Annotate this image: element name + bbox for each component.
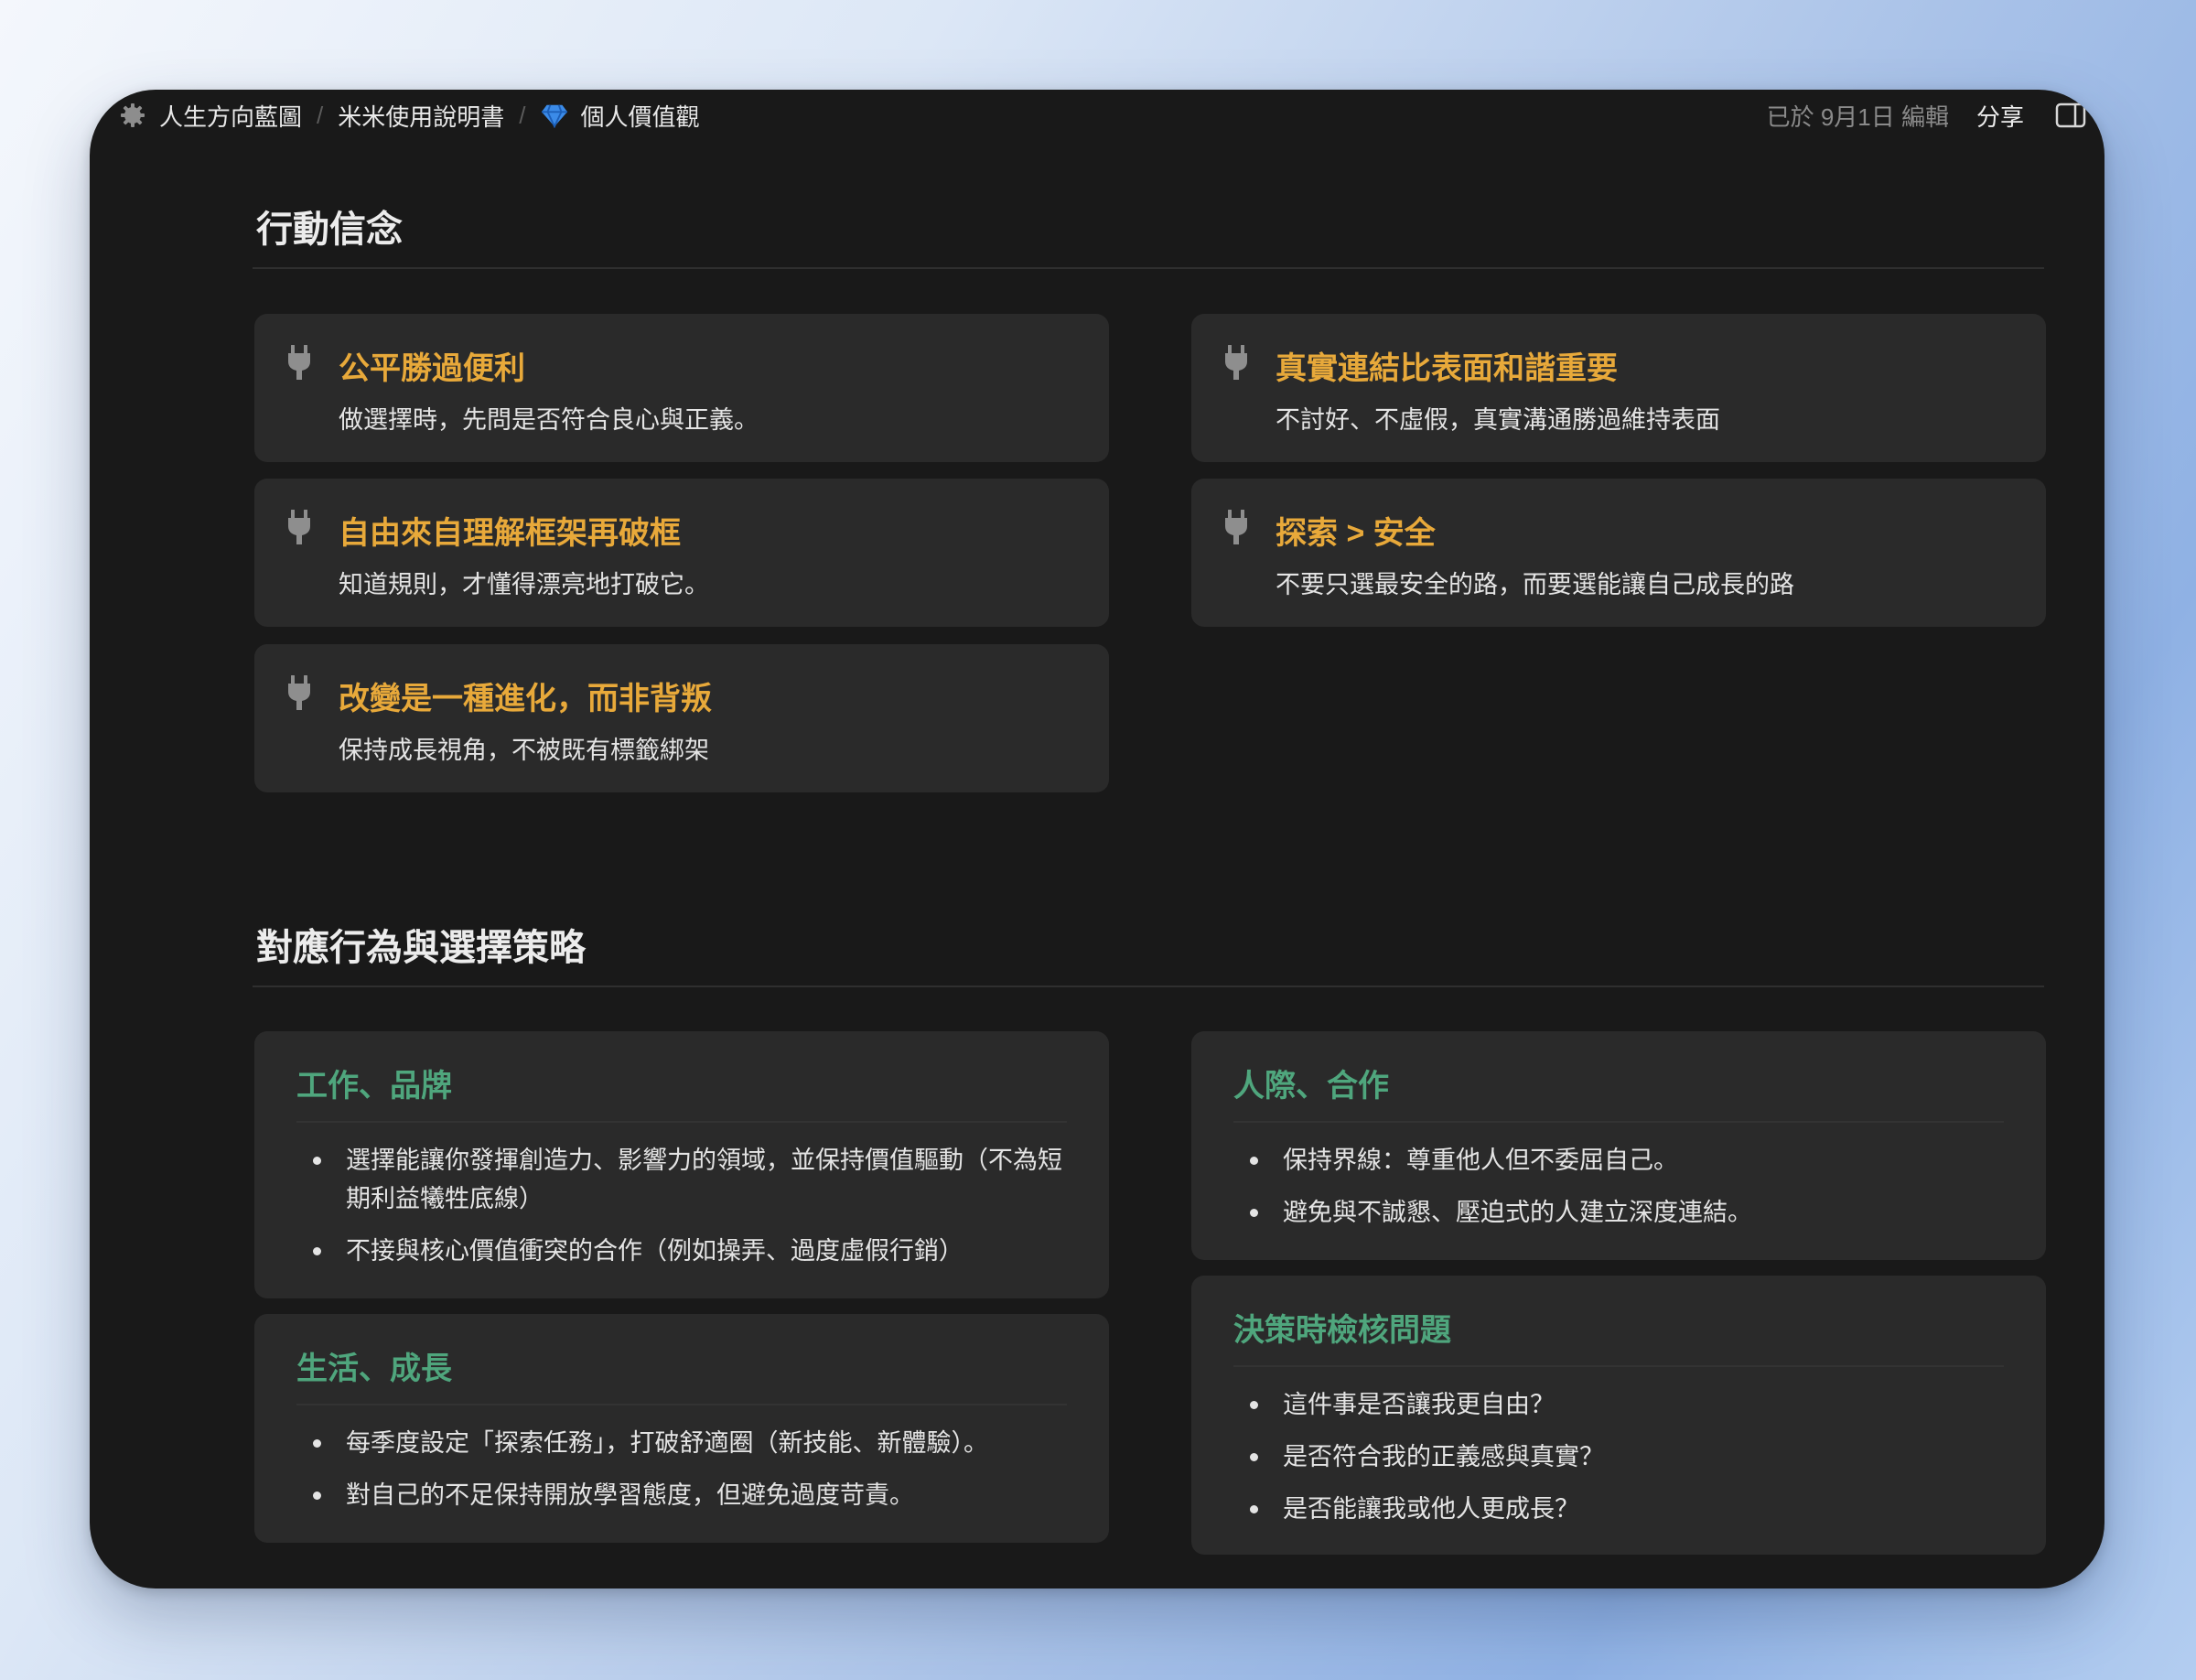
- belief-desc: 不要只選最安全的路，而要選能讓自己成長的路: [1276, 571, 1794, 598]
- list-item: 每季度設定「探索任務」，打破舒適圈（新技能、新體驗）。: [296, 1424, 1072, 1462]
- strategy-list: 這件事是否讓我更自由？ 是否符合我的正義感與真實？ 是否能讓我或他人更成長？: [1233, 1385, 2009, 1542]
- belief-card: 真實連結比表面和諧重要 不討好、不虛假，真實溝通勝過維持表面: [1191, 314, 2046, 462]
- strategy-title: 生活、成長: [296, 1352, 452, 1386]
- plug-icon: [285, 674, 313, 712]
- plug-icon: [285, 509, 313, 546]
- strategy-list: 每季度設定「探索任務」，打破舒適圈（新技能、新體驗）。 對自己的不足保持開放學習…: [296, 1424, 1072, 1528]
- list-item: 是否能讓我或他人更成長？: [1233, 1490, 2009, 1528]
- belief-title: 公平勝過便利: [339, 351, 525, 386]
- breadcrumb-item-values[interactable]: 個人價值觀: [581, 99, 700, 133]
- strategy-card-work: 工作、品牌 選擇能讓你發揮創造力、影響力的領域，並保持價值驅動（不為短期利益犧牲…: [254, 1031, 1109, 1298]
- belief-title: 自由來自理解框架再破框: [339, 516, 681, 551]
- card-divider: [1233, 1365, 2004, 1367]
- section-divider: [253, 985, 2044, 987]
- belief-title: 改變是一種進化，而非背叛: [339, 682, 712, 716]
- sidebar-panel-icon[interactable]: [2055, 102, 2086, 128]
- gear-icon: [119, 102, 146, 129]
- section-divider: [253, 267, 2044, 269]
- list-item: 保持界線：尊重他人但不委屈自己。: [1233, 1141, 2009, 1179]
- belief-desc: 知道規則，才懂得漂亮地打破它。: [339, 571, 709, 598]
- breadcrumb-item-manual[interactable]: 米米使用說明書: [338, 99, 504, 133]
- breadcrumb: 人生方向藍圖 / 米米使用說明書 / 個人價值觀: [119, 99, 700, 133]
- belief-card: 公平勝過便利 做選擇時，先問是否符合良心與正義。: [254, 314, 1109, 462]
- plug-icon: [285, 344, 313, 382]
- strategy-card-relations: 人際、合作 保持界線：尊重他人但不委屈自己。 避免與不誠懇、壓迫式的人建立深度連…: [1191, 1031, 2046, 1260]
- share-button[interactable]: 分享: [1976, 99, 2024, 133]
- plug-icon: [1222, 344, 1250, 382]
- list-item: 是否符合我的正義感與真實？: [1233, 1438, 2009, 1476]
- breadcrumb-separator: /: [317, 101, 324, 129]
- list-item: 避免與不誠懇、壓迫式的人建立深度連結。: [1233, 1193, 2009, 1232]
- section-title-beliefs: 行動信念: [256, 210, 403, 250]
- top-bar: 人生方向藍圖 / 米米使用說明書 / 個人價值觀 已於 9月1日 編輯 分享: [90, 90, 2104, 145]
- belief-card: 改變是一種進化，而非背叛 保持成長視角，不被既有標籤綁架: [254, 644, 1109, 792]
- top-actions: 已於 9月1日 編輯 分享: [1766, 99, 2086, 133]
- card-divider: [1233, 1121, 2004, 1123]
- strategy-card-life: 生活、成長 每季度設定「探索任務」，打破舒適圈（新技能、新體驗）。 對自己的不足…: [254, 1314, 1109, 1543]
- list-item: 對自己的不足保持開放學習態度，但避免過度苛責。: [296, 1476, 1072, 1514]
- strategy-title: 人際、合作: [1233, 1069, 1389, 1104]
- strategy-title: 工作、品牌: [296, 1069, 452, 1104]
- strategy-list: 選擇能讓你發揮創造力、影響力的領域，並保持價值驅動（不為短期利益犧牲底線） 不接…: [296, 1141, 1072, 1284]
- list-item: 選擇能讓你發揮創造力、影響力的領域，並保持價值驅動（不為短期利益犧牲底線）: [296, 1141, 1072, 1218]
- app-window: 人生方向藍圖 / 米米使用說明書 / 個人價值觀 已於 9月1日 編輯 分享 行…: [90, 90, 2104, 1588]
- last-edited-text: 已於 9月1日 編輯: [1766, 102, 1949, 131]
- strategy-card-decision: 決策時檢核問題 這件事是否讓我更自由？ 是否符合我的正義感與真實？ 是否能讓我或…: [1191, 1276, 2046, 1555]
- belief-desc: 不討好、不虛假，真實溝通勝過維持表面: [1276, 406, 1720, 434]
- belief-desc: 做選擇時，先問是否符合良心與正義。: [339, 406, 759, 434]
- belief-card: 探索 > 安全 不要只選最安全的路，而要選能讓自己成長的路: [1191, 479, 2046, 627]
- card-divider: [296, 1121, 1067, 1123]
- list-item: 不接與核心價值衝突的合作（例如操弄、過度虛假行銷）: [296, 1232, 1072, 1270]
- breadcrumb-item-blueprint[interactable]: 人生方向藍圖: [159, 99, 302, 133]
- plug-icon: [1222, 509, 1250, 546]
- belief-title: 真實連結比表面和諧重要: [1276, 351, 1618, 386]
- list-item: 這件事是否讓我更自由？: [1233, 1385, 2009, 1424]
- card-divider: [296, 1404, 1067, 1405]
- breadcrumb-separator: /: [519, 101, 526, 129]
- strategy-title: 決策時檢核問題: [1233, 1313, 1451, 1348]
- belief-desc: 保持成長視角，不被既有標籤綁架: [339, 737, 709, 764]
- section-title-strategies: 對應行為與選擇策略: [256, 928, 586, 968]
- belief-title: 探索 > 安全: [1276, 516, 1436, 551]
- gem-icon: [541, 102, 568, 129]
- belief-card: 自由來自理解框架再破框 知道規則，才懂得漂亮地打破它。: [254, 479, 1109, 627]
- strategy-list: 保持界線：尊重他人但不委屈自己。 避免與不誠懇、壓迫式的人建立深度連結。: [1233, 1141, 2009, 1245]
